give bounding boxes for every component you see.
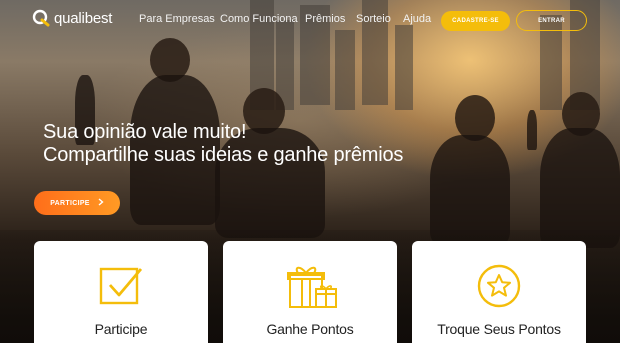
- participe-button-label: PARTICIPE: [50, 199, 90, 207]
- card-title: Ganhe Pontos: [266, 321, 354, 337]
- gifts-icon: [286, 263, 337, 309]
- checkbox-icon: [97, 263, 145, 309]
- nav-link-premios[interactable]: Prêmios: [305, 13, 345, 25]
- hero-headline: Sua opinião vale muito! Compartilhe suas…: [43, 121, 403, 167]
- participe-button[interactable]: PARTICIPE: [34, 191, 120, 215]
- qualibest-logo-icon: [32, 9, 50, 27]
- top-navbar: qualibest Para Empresas Como Funciona Pr…: [0, 0, 620, 38]
- nav-link-sorteio[interactable]: Sorteio: [356, 13, 391, 25]
- nav-link-para-empresas[interactable]: Para Empresas: [139, 13, 215, 25]
- card-title: Troque Seus Pontos: [437, 321, 561, 337]
- nav-link-ajuda[interactable]: Ajuda: [403, 13, 431, 25]
- card-ganhe-pontos[interactable]: Ganhe Pontos: [223, 241, 397, 343]
- hero-headline-line2: Compartilhe suas ideias e ganhe prêmios: [43, 144, 404, 166]
- card-troque-seus-pontos[interactable]: Troque Seus Pontos: [412, 241, 586, 343]
- login-button[interactable]: ENTRAR: [516, 10, 587, 31]
- chevron-right-icon: [98, 198, 104, 208]
- star-badge-icon: [475, 263, 523, 309]
- card-participe[interactable]: Participe: [34, 241, 208, 343]
- signup-button[interactable]: CADASTRE-SE: [441, 11, 510, 31]
- brand-logo[interactable]: qualibest: [32, 9, 112, 27]
- nav-link-como-funciona[interactable]: Como Funciona: [220, 13, 298, 25]
- brand-name: qualibest: [54, 9, 113, 27]
- hero-headline-line1: Sua opinião vale muito!: [43, 121, 247, 143]
- card-title: Participe: [94, 321, 148, 337]
